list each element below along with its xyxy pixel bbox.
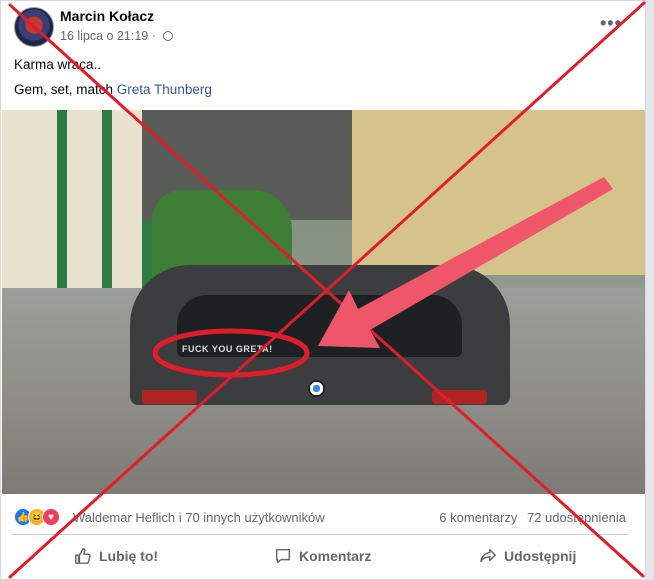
fact-check-overlay [8,1,646,579]
red-arrow-overlay [318,177,613,348]
red-circle-highlight [152,328,310,378]
